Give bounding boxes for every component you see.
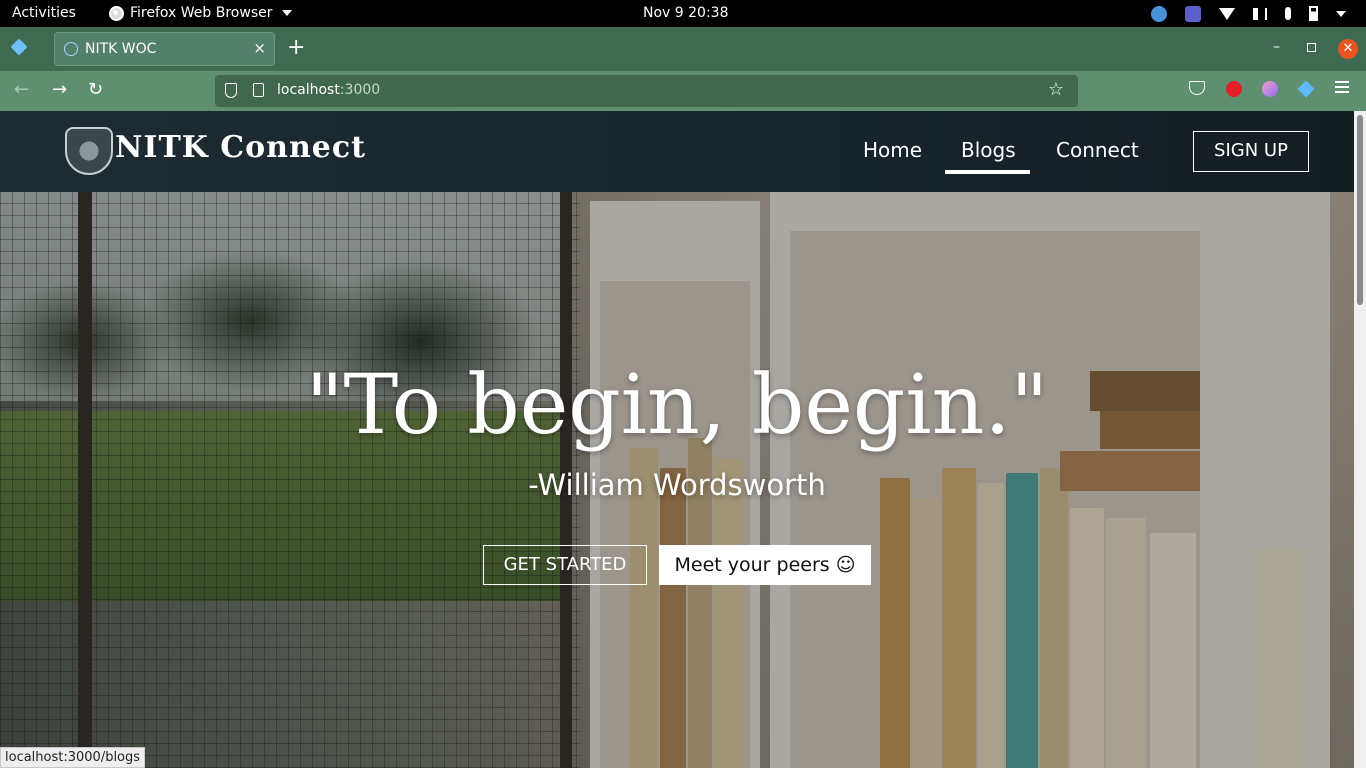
tab-close-icon[interactable]: × <box>253 39 266 57</box>
system-menu-chevron-icon[interactable] <box>1336 10 1346 17</box>
url-port: :3000 <box>339 82 381 98</box>
tracking-shield-icon[interactable] <box>225 83 237 98</box>
meet-peers-button[interactable]: Meet your peers ☺ <box>659 545 871 585</box>
bookmark-star-icon[interactable]: ☆ <box>1048 79 1064 100</box>
navigation-toolbar: ← → ↻ localhost:3000 ☆ <box>0 71 1366 111</box>
forward-arrow-icon[interactable]: → <box>52 79 67 101</box>
back-arrow-icon[interactable]: ← <box>14 79 29 101</box>
url-text[interactable]: localhost:3000 <box>277 82 380 98</box>
scrollbar-thumb[interactable] <box>1357 115 1363 305</box>
active-nav-indicator <box>945 170 1030 174</box>
app-menu-label: Firefox Web Browser <box>130 5 273 21</box>
url-bar[interactable]: localhost:3000 ☆ <box>215 75 1078 107</box>
site-header: NITK Connect Home Blogs Connect SIGN UP <box>0 111 1354 192</box>
firefox-icon <box>109 5 124 21</box>
page-scrollbar[interactable] <box>1354 111 1366 768</box>
pinned-extension-icon[interactable] <box>10 38 28 56</box>
teams-icon[interactable] <box>1185 5 1201 22</box>
nav-connect-link[interactable]: Connect <box>1056 138 1139 162</box>
system-clock[interactable]: Nov 9 20:38 <box>643 5 728 21</box>
new-tab-button[interactable]: + <box>287 35 305 61</box>
window-minimize-button[interactable]: – <box>1273 39 1280 55</box>
url-host: localhost <box>277 82 340 98</box>
page-info-icon[interactable] <box>253 83 264 97</box>
battery-icon[interactable] <box>1309 6 1318 21</box>
notification-icon[interactable] <box>1151 5 1167 22</box>
gem-extension-icon[interactable] <box>1297 80 1315 98</box>
microphone-icon[interactable] <box>1285 7 1291 20</box>
wifi-icon[interactable] <box>1219 7 1235 20</box>
volume-icon[interactable] <box>1253 7 1267 20</box>
activities-button[interactable]: Activities <box>12 5 76 21</box>
get-started-button[interactable]: GET STARTED <box>483 545 647 585</box>
page-viewport: NITK Connect Home Blogs Connect SIGN UP … <box>0 111 1366 768</box>
nav-blogs-link[interactable]: Blogs <box>961 138 1016 162</box>
chevron-down-icon <box>281 10 292 16</box>
nitk-crest-logo-icon[interactable] <box>65 127 113 175</box>
hero-quote-author: -William Wordsworth <box>528 468 826 502</box>
window-maximize-button[interactable] <box>1307 43 1316 52</box>
reload-icon[interactable]: ↻ <box>88 79 103 101</box>
hero-quote: "To begin, begin." <box>305 358 1049 453</box>
browser-tab[interactable]: NITK WOC × <box>54 32 275 66</box>
system-top-bar: Activities Firefox Web Browser Nov 9 20:… <box>0 0 1366 27</box>
pocket-icon[interactable] <box>1189 81 1205 95</box>
nav-home-link[interactable]: Home <box>863 138 922 162</box>
react-favicon-icon <box>64 42 78 56</box>
tab-strip: NITK WOC × + – ✕ <box>0 27 1366 71</box>
media-extension-icon[interactable] <box>1262 81 1278 97</box>
app-menu[interactable]: Firefox Web Browser <box>109 5 292 21</box>
tab-title: NITK WOC <box>85 41 157 57</box>
link-status-tooltip: localhost:3000/blogs <box>0 747 146 768</box>
system-tray[interactable] <box>1151 4 1346 23</box>
hamburger-menu-icon[interactable] <box>1335 81 1349 93</box>
site-brand[interactable]: NITK Connect <box>115 130 366 165</box>
window-close-button[interactable]: ✕ <box>1338 39 1358 59</box>
password-manager-extension-icon[interactable] <box>1226 81 1242 97</box>
signup-button[interactable]: SIGN UP <box>1193 131 1309 172</box>
